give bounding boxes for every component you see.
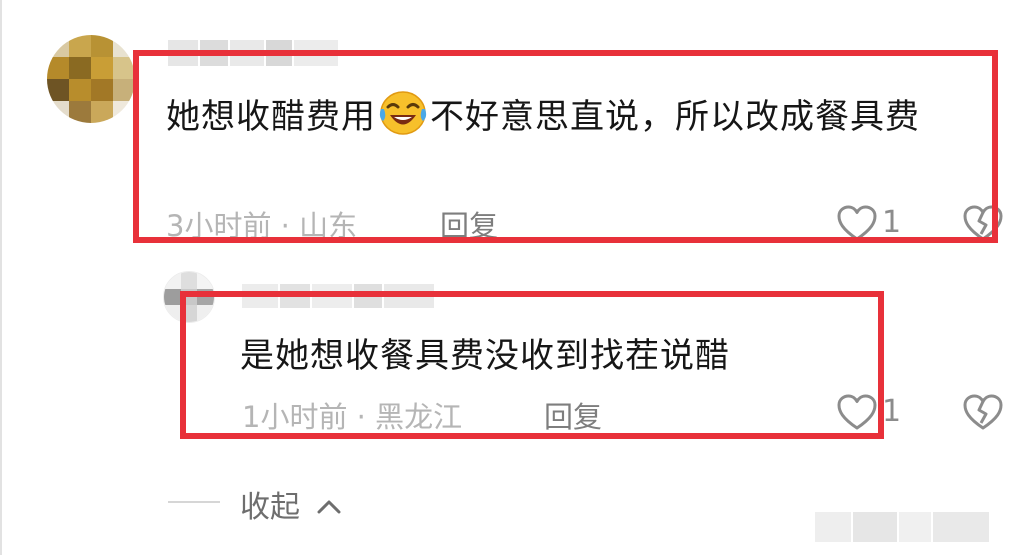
broken-heart-icon[interactable]	[962, 393, 1004, 431]
chevron-up-icon	[317, 500, 341, 514]
avatar[interactable]	[47, 35, 135, 123]
comment-thread: 她想收醋费用 不好意思直说，所以改成餐具费 3小时前 · 山东 回复 1 是她想…	[0, 0, 1013, 555]
collapse-divider	[168, 501, 220, 503]
highlight-box-reply	[180, 291, 884, 439]
highlight-box-comment	[133, 50, 998, 243]
collapse-button[interactable]: 收起	[240, 482, 342, 526]
watermark-blurred	[815, 512, 995, 542]
left-divider	[0, 0, 2, 555]
collapse-label: 收起	[240, 490, 300, 525]
reply-like-count: 1	[882, 394, 902, 429]
